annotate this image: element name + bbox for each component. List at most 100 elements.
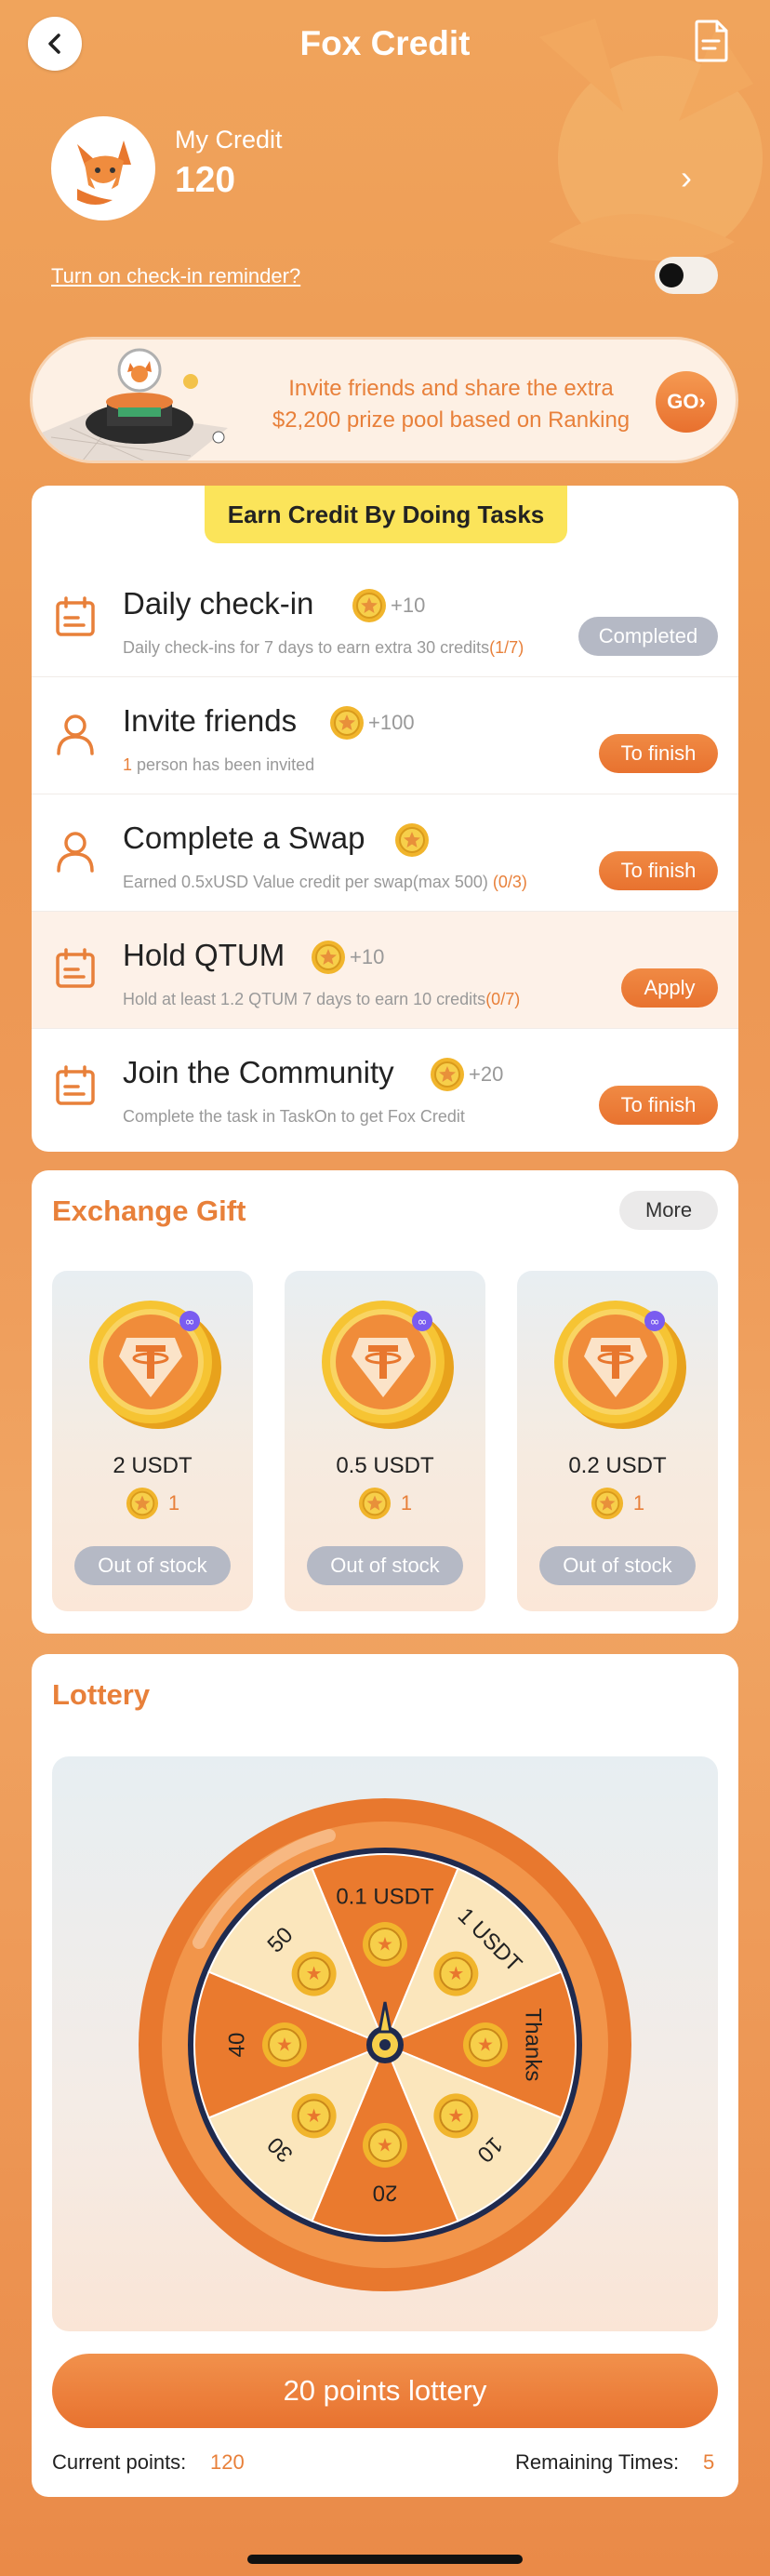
fox-avatar-icon xyxy=(60,126,146,211)
wheel-segment-label: 0.1 USDT xyxy=(336,1884,434,1909)
calendar-icon xyxy=(56,948,95,988)
remaining-times-value: 5 xyxy=(703,2450,715,2474)
task-description: Hold at least 1.2 QTUM 7 days to earn 10… xyxy=(123,990,520,1009)
svg-text:★: ★ xyxy=(477,2034,494,2056)
task-progress: (0/7) xyxy=(485,990,521,1008)
exchange-gift-title: Exchange Gift xyxy=(52,1195,246,1227)
home-indicator xyxy=(247,2555,523,2564)
page-title: Fox Credit xyxy=(299,24,471,62)
banner-line-1: Invite friends and share the extra xyxy=(288,376,614,401)
task-title: Hold QTUM xyxy=(123,938,285,972)
reminder-toggle[interactable] xyxy=(655,257,718,294)
document-icon[interactable] xyxy=(693,19,730,63)
lottery-button[interactable]: 20 points lottery xyxy=(52,2354,718,2428)
gift-cost-value: 1 xyxy=(400,1491,413,1515)
task-desc-count: 1 xyxy=(123,755,133,774)
lottery-card: Lottery 0.1 USDT ★ 1 USDT ★ Thanks ★ 10 ★ 20 ★ 30 ★… xyxy=(32,1654,738,2497)
task-title: Complete a Swap xyxy=(123,821,365,855)
go-button[interactable]: GO› xyxy=(656,371,717,433)
task-title: Invite friends xyxy=(123,703,298,738)
calendar-icon xyxy=(56,1065,95,1105)
gift-item[interactable]: ∞ 0.5 USDT 1 Out of stock xyxy=(285,1271,485,1611)
gift-cost: 1 xyxy=(52,1487,253,1520)
gift-item[interactable]: ∞ 0.2 USDT 1 Out of stock xyxy=(517,1271,718,1611)
task-desc-text: Earned 0.5xUSD Value credit per swap(max… xyxy=(123,873,488,891)
svg-text:★: ★ xyxy=(377,2134,393,2156)
coin-icon xyxy=(352,589,386,622)
checkin-reminder-link[interactable]: Turn on check-in reminder? xyxy=(51,264,300,288)
svg-text:★: ★ xyxy=(447,2104,464,2127)
usdt-coin-icon: ∞ xyxy=(89,1301,221,1429)
wheel-segment-label: 40 xyxy=(224,2033,249,2058)
task-desc-text: Hold at least 1.2 QTUM 7 days to earn 10… xyxy=(123,990,486,1008)
lottery-title: Lottery xyxy=(52,1678,151,1711)
out-of-stock-button[interactable]: Out of stock xyxy=(74,1546,231,1585)
chevron-right-icon[interactable]: › xyxy=(681,158,692,197)
fox-astronaut-illustration-icon xyxy=(42,348,228,460)
svg-text:★: ★ xyxy=(377,1933,393,1955)
tasks-tab-title: Earn Credit By Doing Tasks xyxy=(205,486,567,543)
task-description: Daily check-ins for 7 days to earn extra… xyxy=(123,638,524,658)
remaining-times-label: Remaining Times: xyxy=(515,2450,680,2474)
tasks-card: Earn Credit By Doing Tasks Daily check-i… xyxy=(32,486,738,1152)
gift-cost-value: 1 xyxy=(167,1491,180,1515)
person-icon xyxy=(57,714,94,755)
wheel-segment-label: Thanks xyxy=(521,2009,546,2082)
task-row-complete-swap: Complete a Swap Earned 0.5xUSD Value cre… xyxy=(32,794,738,912)
task-description: 1 person has been invited xyxy=(123,755,314,775)
wheel-segment-label: 20 xyxy=(373,2181,398,2206)
wheel-coin-icon: ★ xyxy=(433,2093,479,2139)
to-finish-button[interactable]: To finish xyxy=(599,851,718,890)
lottery-wheel[interactable]: 0.1 USDT★ 1 USDT★Thanks★10★20★30★40 ★50★ xyxy=(119,1794,651,2296)
task-progress: (1/7) xyxy=(489,638,524,657)
banner-line-2: $2,200 prize pool based on Ranking xyxy=(272,407,631,433)
apply-button[interactable]: Apply xyxy=(621,968,718,1008)
wheel-coin-icon: ★ xyxy=(433,1951,479,1996)
invite-banner[interactable]: Invite friends and share the extra $2,20… xyxy=(30,337,738,463)
credit-value: 120 xyxy=(175,160,236,200)
task-reward: +100 xyxy=(368,711,415,734)
person-icon xyxy=(57,832,94,873)
task-description: Earned 0.5xUSD Value credit per swap(max… xyxy=(123,873,527,892)
task-row-daily-checkin: Daily check-in +10 Daily check-ins for 7… xyxy=(32,560,738,677)
task-row-join-community: Join the Community +20 Complete the task… xyxy=(32,1029,738,1146)
out-of-stock-button[interactable]: Out of stock xyxy=(307,1546,463,1585)
lottery-wheel-panel: 0.1 USDT ★ 1 USDT ★ Thanks ★ 10 ★ 20 ★ 30 ★ 40 ★ 50 ★ xyxy=(52,1756,718,2331)
to-finish-button[interactable]: To finish xyxy=(599,1086,718,1125)
coin-icon xyxy=(312,941,345,974)
wheel-coin-icon: ★ xyxy=(463,2022,508,2067)
gift-cost-value: 1 xyxy=(632,1491,645,1515)
wheel-coin-icon: ★ xyxy=(363,1922,407,1967)
wheel-coin-icon: ★ xyxy=(363,2123,407,2168)
current-points-value: 120 xyxy=(210,2450,245,2474)
gift-name: 0.2 USDT xyxy=(568,1453,667,1478)
svg-text:∞: ∞ xyxy=(650,1315,660,1329)
current-points-label: Current points: xyxy=(52,2450,187,2474)
out-of-stock-button[interactable]: Out of stock xyxy=(539,1546,696,1585)
coin-icon xyxy=(330,706,364,740)
svg-text:★: ★ xyxy=(306,2104,323,2127)
task-title: Daily check-in xyxy=(123,586,314,621)
more-button[interactable]: More xyxy=(619,1191,718,1230)
to-finish-button[interactable]: To finish xyxy=(599,734,718,773)
svg-text:∞: ∞ xyxy=(418,1315,428,1329)
coin-icon xyxy=(126,1487,158,1520)
wheel-coin-icon: ★ xyxy=(291,1951,337,1996)
svg-text:★: ★ xyxy=(276,2034,293,2056)
task-title: Join the Community xyxy=(123,1055,394,1089)
usdt-coin-icon: ∞ xyxy=(322,1301,454,1429)
task-row-invite-friends: Invite friends +100 1 person has been in… xyxy=(32,677,738,794)
coin-icon xyxy=(591,1487,623,1520)
wheel-coin-icon: ★ xyxy=(262,2022,307,2067)
gift-cost: 1 xyxy=(517,1487,718,1520)
credit-label: My Credit xyxy=(175,126,283,153)
gift-item[interactable]: ∞ 2 USDT 1 Out of stock xyxy=(52,1271,253,1611)
task-row-hold-qtum: Hold QTUM +10 Hold at least 1.2 QTUM 7 d… xyxy=(32,912,738,1029)
completed-button[interactable]: Completed xyxy=(578,617,718,656)
task-reward: +10 xyxy=(350,945,385,968)
avatar xyxy=(51,116,155,220)
task-desc-text: Daily check-ins for 7 days to earn extra… xyxy=(123,638,490,657)
toggle-knob xyxy=(659,263,684,287)
coin-icon xyxy=(395,823,429,857)
gift-cost: 1 xyxy=(285,1487,485,1520)
